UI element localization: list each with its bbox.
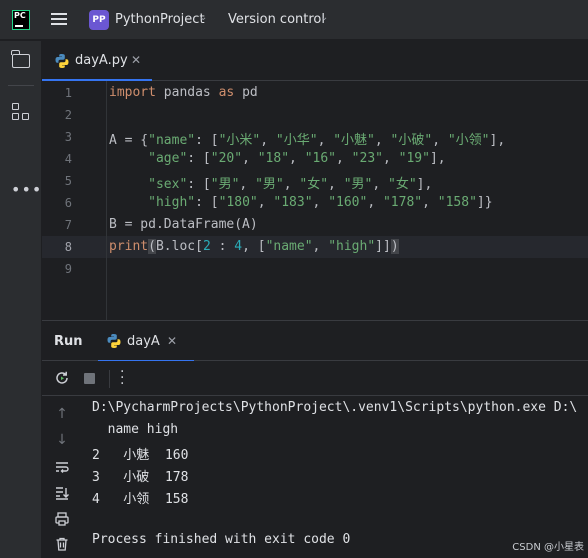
- line-number: 2: [64, 108, 72, 122]
- line-number: 9: [64, 262, 72, 276]
- line-number: 7: [64, 218, 72, 232]
- python-file-icon: [107, 334, 121, 348]
- run-tab-label: dayA: [127, 334, 160, 349]
- console-line: 2 小魅 160: [92, 448, 189, 463]
- console-line: D:\PycharmProjects\PythonProject\.venv1\…: [92, 400, 578, 415]
- title-bar: PC PP PythonProject ⌄ Version control ⌄: [0, 0, 588, 40]
- line-number: 5: [64, 174, 72, 188]
- code-line-1: import pandas as pd: [109, 85, 258, 100]
- console-line: 4 小领 158: [92, 492, 189, 507]
- rerun-icon[interactable]: [54, 370, 70, 386]
- code-line-4: "age": ["20", "18", "16", "23", "19"],: [148, 151, 446, 166]
- pycharm-logo-icon[interactable]: PC: [12, 10, 30, 30]
- console-output[interactable]: D:\PycharmProjects\PythonProject\.venv1\…: [80, 396, 588, 558]
- line-number: 3: [64, 130, 72, 144]
- run-panel-header: Run dayA ✕: [42, 320, 588, 362]
- console-line: Process finished with exit code 0: [92, 532, 351, 547]
- more-options-icon[interactable]: · · ·: [120, 365, 124, 391]
- divider: [109, 370, 110, 388]
- close-icon[interactable]: ✕: [131, 53, 141, 67]
- code-line-5: "sex": ["男", "男", "女", "男", "女"],: [148, 177, 433, 192]
- tab-label: dayA.py: [75, 53, 128, 68]
- project-folder-icon[interactable]: [11, 50, 30, 68]
- watermark: CSDN @小星表: [512, 542, 584, 553]
- code-line-6: "high": ["180", "183", "160", "178", "15…: [148, 195, 493, 210]
- editor-tab-bar: dayA.py ✕: [42, 41, 588, 82]
- trash-icon[interactable]: [54, 536, 70, 552]
- soft-wrap-icon[interactable]: [54, 459, 70, 475]
- code-editor[interactable]: 1 2 3 4 5 6 7 8 9 import pandas as pd A …: [42, 81, 588, 320]
- main-menu-icon[interactable]: [51, 12, 67, 26]
- code-line-7: B = pd.DataFrame(A): [109, 217, 258, 232]
- stop-icon[interactable]: [84, 373, 95, 384]
- tool-window-strip: •••: [0, 41, 42, 558]
- line-number-current: 8: [64, 240, 72, 254]
- line-number: 4: [64, 152, 72, 166]
- run-tab-dayA[interactable]: dayA ✕: [98, 321, 194, 362]
- console-line: name high: [92, 422, 179, 437]
- chevron-down-icon[interactable]: ⌄: [320, 12, 328, 23]
- line-number: 1: [64, 86, 72, 100]
- code-line-8: print(B.loc[2 : 4, ["name", "high"]]): [109, 239, 399, 254]
- logo-text: PC: [14, 11, 26, 20]
- chevron-down-icon[interactable]: ⌄: [199, 12, 207, 23]
- run-toolbar: · · ·: [42, 361, 588, 396]
- code-line-3: A = {"name": ["小米", "小华", "小魅", "小破", "小…: [109, 133, 506, 148]
- print-icon[interactable]: [54, 511, 70, 527]
- arrow-down-icon[interactable]: ↓: [54, 432, 70, 448]
- project-badge[interactable]: PP: [89, 10, 109, 30]
- scroll-to-end-icon[interactable]: [54, 485, 70, 501]
- run-side-toolbar: ↑ ↓: [42, 396, 80, 558]
- version-control-menu[interactable]: Version control: [228, 12, 325, 27]
- line-number: 6: [64, 196, 72, 210]
- structure-icon[interactable]: [12, 103, 30, 121]
- project-selector[interactable]: PythonProject: [115, 12, 205, 27]
- python-file-icon: [55, 54, 69, 68]
- console-line: 3 小破 178: [92, 470, 189, 485]
- more-tools-icon[interactable]: •••: [11, 182, 42, 198]
- divider: [8, 85, 34, 86]
- line-number-gutter: 1 2 3 4 5 6 7 8 9: [42, 81, 106, 320]
- close-icon[interactable]: ✕: [167, 334, 177, 348]
- arrow-up-icon[interactable]: ↑: [54, 406, 70, 422]
- tab-dayA-py[interactable]: dayA.py ✕: [42, 41, 152, 82]
- run-panel-title: Run: [54, 334, 83, 349]
